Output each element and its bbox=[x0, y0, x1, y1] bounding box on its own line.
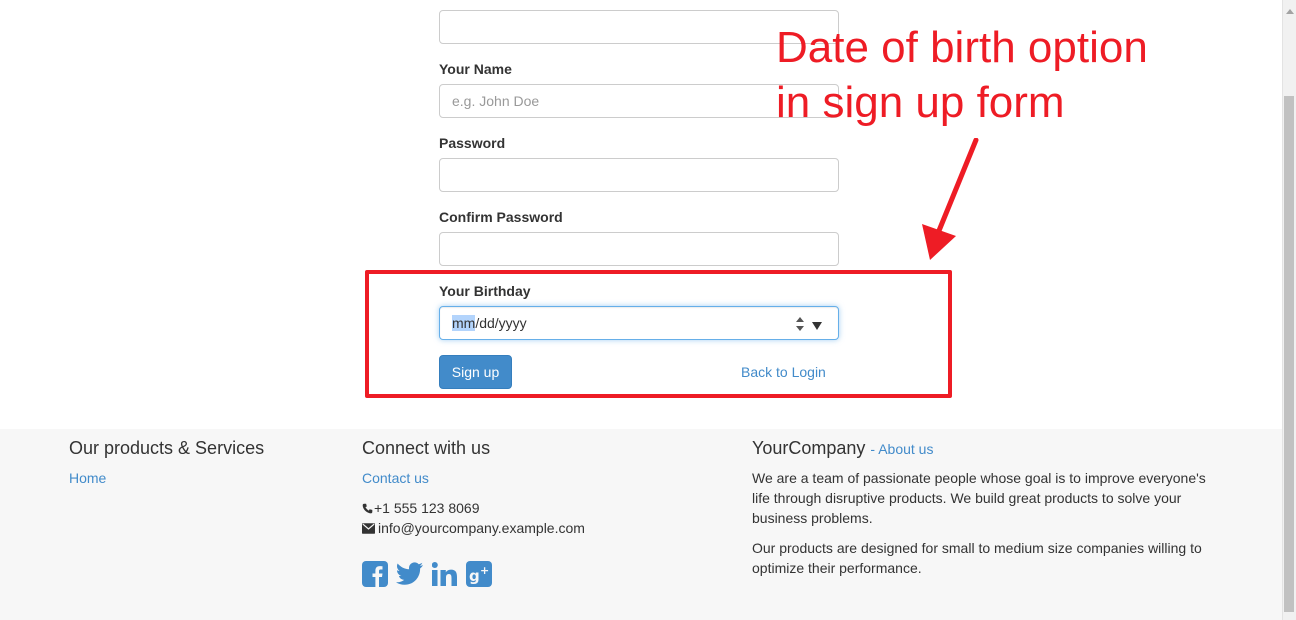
annotation-arrow-icon bbox=[922, 138, 979, 260]
confirm-password-label: Confirm Password bbox=[439, 209, 563, 225]
phone-number: +1 555 123 8069 bbox=[374, 500, 480, 516]
twitter-icon[interactable] bbox=[396, 562, 424, 591]
annotation-line-1: Date of birth option bbox=[776, 23, 1148, 72]
google-plus-icon[interactable]: g + bbox=[466, 561, 492, 592]
annotation-text: Date of birth option in sign up form bbox=[776, 20, 1246, 130]
products-heading: Our products & Services bbox=[69, 438, 265, 458]
phone-row: +1 555 123 8069 bbox=[362, 498, 480, 518]
password-input[interactable] bbox=[439, 158, 839, 192]
annotation-line-2: in sign up form bbox=[776, 78, 1065, 127]
about-paragraph-2: Our products are designed for small to m… bbox=[752, 540, 1202, 576]
company-heading: YourCompany - About us bbox=[752, 438, 933, 459]
envelope-icon bbox=[362, 518, 378, 538]
confirm-password-input[interactable] bbox=[439, 232, 839, 266]
password-label: Password bbox=[439, 135, 506, 151]
company-name: YourCompany bbox=[752, 438, 866, 458]
phone-icon bbox=[362, 498, 374, 518]
about-us-link[interactable]: - About us bbox=[870, 441, 933, 457]
email-row: info@yourcompany.example.com bbox=[362, 518, 585, 538]
scroll-up-arrow-icon[interactable] bbox=[1285, 2, 1295, 20]
annotation-highlight-box bbox=[365, 270, 952, 398]
name-placeholder: e.g. John Doe bbox=[452, 93, 540, 109]
connect-heading: Connect with us bbox=[362, 438, 491, 458]
footer: Our products & Services Home Connect wit… bbox=[0, 429, 1282, 620]
svg-text:g: g bbox=[469, 567, 480, 585]
scrollbar-thumb[interactable] bbox=[1284, 96, 1294, 612]
name-label: Your Name bbox=[439, 61, 512, 77]
home-link[interactable]: Home bbox=[69, 470, 106, 486]
email-address: info@yourcompany.example.com bbox=[378, 520, 585, 536]
about-paragraph-1: We are a team of passionate people whose… bbox=[752, 470, 1206, 526]
linkedin-icon[interactable] bbox=[431, 562, 458, 591]
svg-text:+: + bbox=[480, 564, 489, 577]
contact-us-link[interactable]: Contact us bbox=[362, 470, 429, 486]
facebook-icon[interactable] bbox=[362, 561, 388, 592]
